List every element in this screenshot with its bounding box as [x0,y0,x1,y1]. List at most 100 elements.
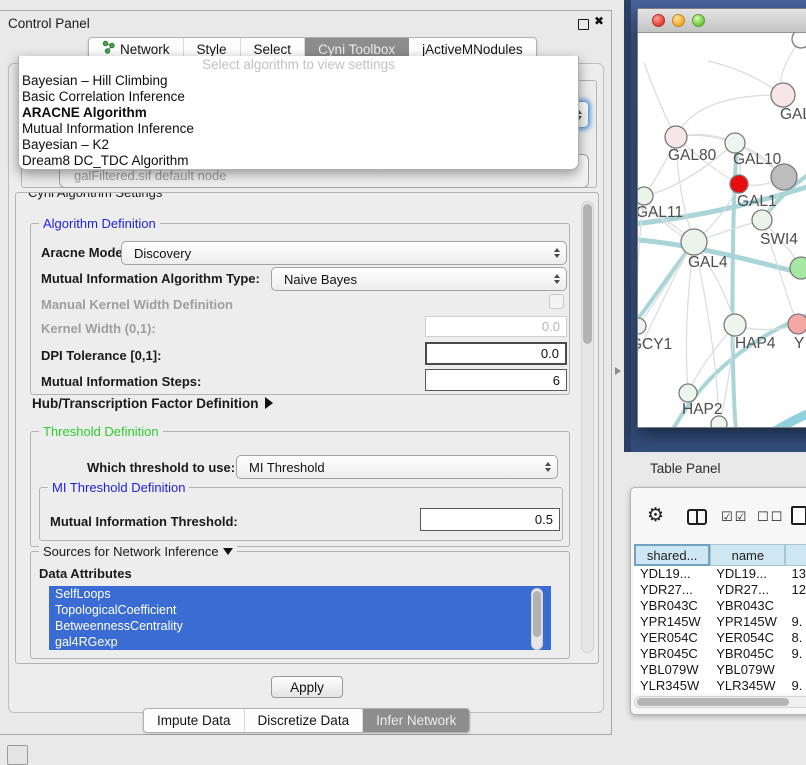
algorithm-dropdown: Select algorithm to view settings Bayesi… [18,56,579,170]
table-row[interactable]: YBR045CYBR045C9. [634,646,806,662]
dropdown-item-bayesian-k2[interactable]: Bayesian – K2 [19,137,578,153]
table-cell: YPR145W [634,614,710,630]
network-node-hap2[interactable] [679,384,697,402]
table-cell: YDR27... [634,582,710,598]
dropdown-item-bayesian-hill-climbing[interactable]: Bayesian – Hill Climbing [19,73,578,89]
expand-right-icon [265,397,273,409]
table-cell: YER054C [634,630,710,646]
network-node-gal11[interactable] [638,187,653,205]
mi-threshold-field[interactable]: 0.5 [420,508,560,531]
combobox-stepper-icon [554,274,560,284]
settings-group-title: Cyni Algorithm Settings [24,192,166,200]
network-collection-value: galFiltered.sif default node [74,168,226,183]
zoom-window-icon[interactable] [692,14,705,27]
data-attributes-list[interactable]: SelfLoopsTopologicalCoefficientBetweenne… [49,586,551,652]
mi-type-combobox[interactable]: Naive Bayes [271,267,567,291]
network-node[interactable] [711,416,727,427]
manual-kernel-checkbox[interactable] [549,294,564,309]
file-icon[interactable] [791,506,806,525]
dropdown-item-mutual-information-inference[interactable]: Mutual Information Inference [19,121,578,137]
tab-infer-network[interactable]: Infer Network [363,709,469,732]
attribute-item-gal4rgexp[interactable]: gal4RGexp [49,634,551,650]
gear-icon[interactable]: ⚙ [647,504,664,526]
network-node-gal1[interactable] [730,175,748,193]
algorithm-definition-title: Algorithm Definition [39,216,160,231]
table-row[interactable]: YBL079WYBL079W [634,662,806,678]
combobox-stepper-icon [554,248,560,258]
table-cell: YLR345W [634,678,710,694]
panel-divider-arrow[interactable] [615,367,621,375]
table-cell: 9. [785,614,806,630]
network-node[interactable] [790,257,806,279]
node-label-gcy1: GCY1 [638,336,672,353]
network-node-gal80[interactable] [665,126,687,148]
float-window-icon[interactable] [578,19,589,30]
settings-scrollbar-thumb[interactable] [583,204,592,344]
mi-steps-label: Mutual Information Steps: [41,374,201,389]
attribute-item-selfloops[interactable]: SelfLoops [49,586,551,602]
column-header-name[interactable]: name [710,544,785,566]
network-canvas[interactable]: GAL7GAL80GAL10GAL1GAL11SWI4GAL4GCY1HAP4Y… [638,33,806,427]
table-row[interactable]: YLR345WYLR345W9. [634,678,806,694]
deselect-all-icon[interactable]: ☐☐ [757,510,784,525]
which-threshold-combobox[interactable]: MI Threshold [236,455,558,479]
network-window-titlebar[interactable] [638,9,806,33]
table-row[interactable]: YBR043CYBR043C [634,598,806,614]
tab-discretize-data[interactable]: Discretize Data [245,709,364,732]
attributes-scrollbar[interactable] [531,588,543,650]
table-row[interactable]: YPR145WYPR145W9. [634,614,806,630]
attributes-scrollbar-thumb[interactable] [533,591,541,637]
node-label-gal7: GAL7 [780,106,806,123]
cyni-bottom-tabs: Impute DataDiscretize DataInfer Network [143,708,470,733]
settings-scrollbar[interactable] [581,201,594,653]
split-columns-icon[interactable] [687,509,707,525]
network-node-hap4[interactable] [724,314,746,336]
table-cell: YLR345W [710,678,785,694]
network-view-window: GAL7GAL80GAL10GAL1GAL11SWI4GAL4GCY1HAP4Y… [637,8,806,428]
table-row[interactable]: YER054CYER054C8. [634,630,806,646]
table-cell: YPR145W [710,614,785,630]
attribute-item-betweennesscentrality[interactable]: BetweennessCentrality [49,618,551,634]
table-cell [785,662,806,678]
network-node-gal7[interactable] [771,83,795,107]
mi-steps-field[interactable]: 6 [425,369,567,391]
apply-button[interactable]: Apply [271,676,343,698]
network-node-gal4[interactable] [681,229,707,255]
cyni-algorithm-settings-group: Cyni Algorithm Settings Algorithm Defini… [15,192,599,664]
minimize-window-icon[interactable] [672,14,685,27]
network-node[interactable] [792,33,806,48]
column-header-shared[interactable]: shared... [634,544,710,566]
dropdown-item-dream8-dc-tdc-algorithm[interactable]: Dream8 DC_TDC Algorithm [19,153,578,169]
attribute-item-topologicalcoefficient[interactable]: TopologicalCoefficient [49,602,551,618]
table-row[interactable]: YDR27...YDR27...12 [634,582,806,598]
node-label-gal1: GAL1 [737,193,777,210]
table-hscrollbar-thumb[interactable] [637,698,789,706]
minimized-widget[interactable] [7,745,28,765]
dpi-tolerance-field[interactable]: 0.0 [425,342,567,365]
network-node-swi4[interactable] [752,210,772,230]
table-cell: YBR045C [634,646,710,662]
close-icon[interactable]: ✖ [594,14,604,28]
network-node-gcy1[interactable] [638,318,646,334]
dropdown-item-basic-correlation-inference[interactable]: Basic Correlation Inference [19,89,578,105]
network-node[interactable] [771,164,797,190]
dpi-tolerance-label: DPI Tolerance [0,1]: [41,348,161,363]
close-window-icon[interactable] [652,14,665,27]
tab-impute-data[interactable]: Impute Data [144,709,245,732]
table-hscrollbar[interactable] [634,696,806,708]
dropdown-item-aracne-algorithm[interactable]: ARACNE Algorithm [19,105,578,121]
manual-kernel-label: Manual Kernel Width Definition [41,297,233,312]
aracne-mode-combobox[interactable]: Discovery [121,241,567,265]
network-node-gal10[interactable] [725,133,745,153]
kernel-width-field[interactable]: 0.0 [425,316,567,337]
network-node-y[interactable] [788,314,806,334]
aracne-mode-value: Discovery [134,246,191,261]
sources-title[interactable]: Sources for Network Inference [39,544,237,559]
table-row[interactable]: YDL19...YDL19...13 [634,566,806,582]
table-rows: YDL19...YDL19...13YDR27...YDR27...12YBR0… [634,566,806,694]
select-all-icon[interactable]: ☑☑ [721,510,748,525]
column-header-hidden[interactable] [785,544,806,566]
which-threshold-value: MI Threshold [249,460,325,475]
hub-definition-expander[interactable]: Hub/Transcription Factor Definition [32,396,273,411]
table-cell: YBR045C [710,646,785,662]
